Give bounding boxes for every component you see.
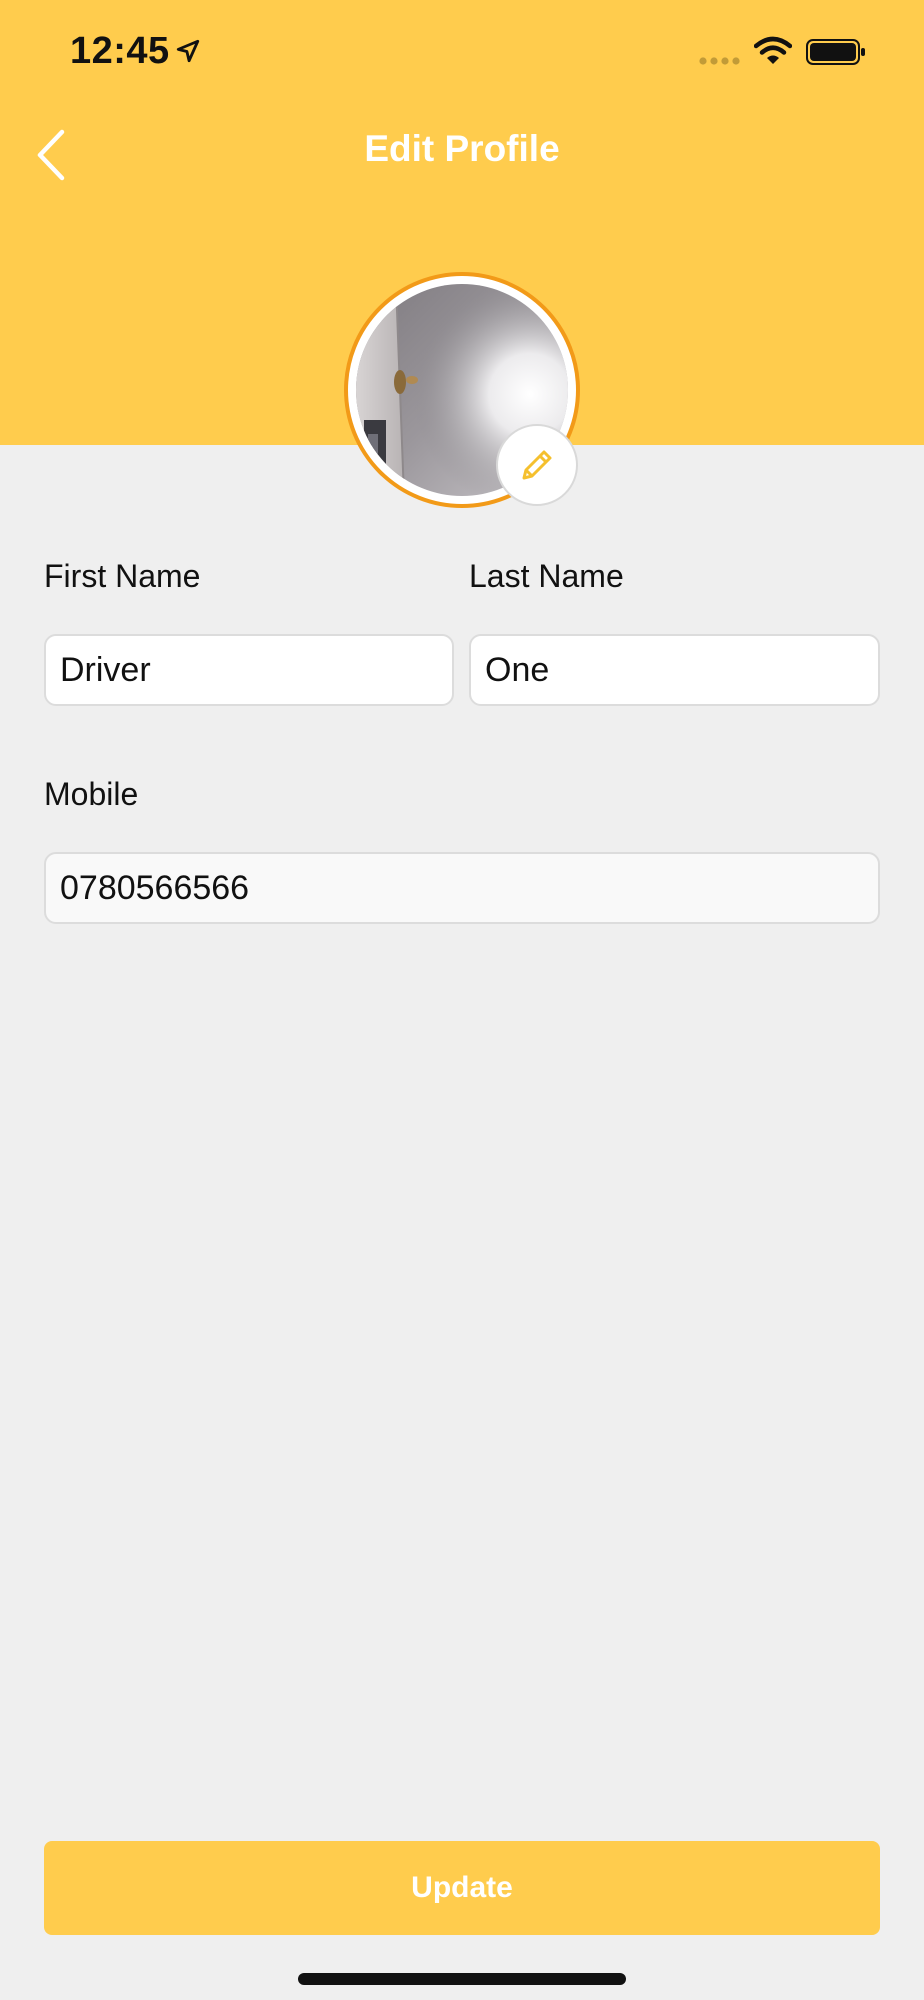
last-name-input[interactable]	[469, 634, 880, 706]
status-bar: 12:45	[0, 0, 924, 100]
edit-avatar-button[interactable]	[496, 424, 578, 506]
battery-icon	[806, 39, 865, 65]
home-indicator	[298, 1973, 626, 1985]
avatar-container	[344, 272, 580, 508]
signal-icon	[699, 57, 740, 65]
mobile-input[interactable]	[44, 852, 880, 924]
first-name-input[interactable]	[44, 634, 454, 706]
pencil-icon	[522, 450, 552, 480]
location-arrow-icon	[176, 39, 200, 63]
update-button[interactable]: Update	[44, 1841, 880, 1935]
status-time: 12:45	[70, 30, 170, 72]
wifi-icon	[754, 36, 792, 64]
first-name-label: First Name	[44, 558, 201, 594]
page-title: Edit Profile	[364, 128, 560, 169]
mobile-label: Mobile	[44, 776, 139, 812]
last-name-label: Last Name	[469, 558, 624, 594]
